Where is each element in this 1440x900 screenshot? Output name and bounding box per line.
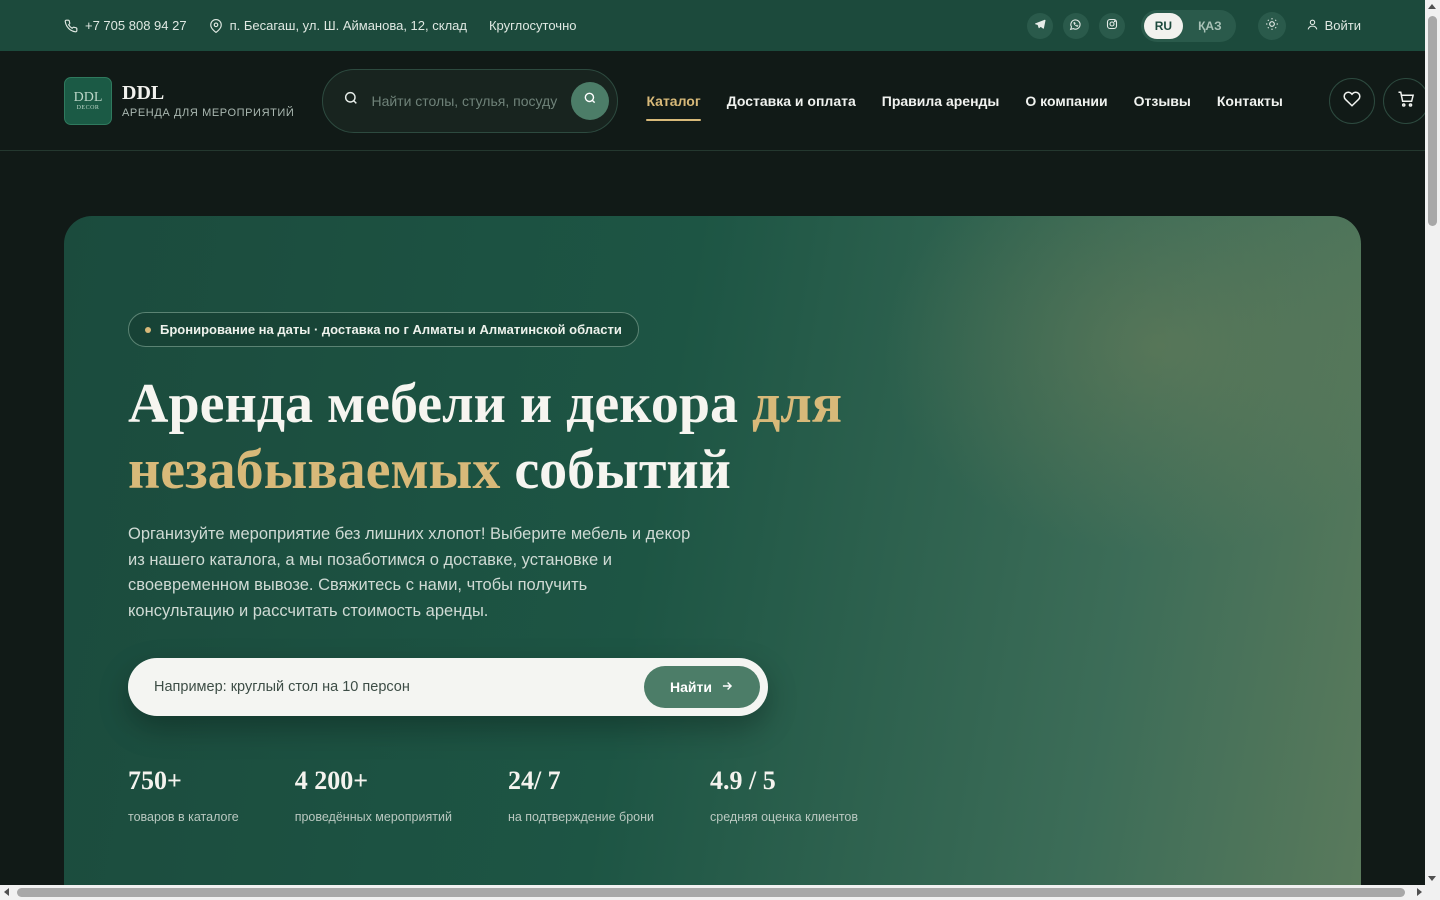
login-link[interactable]: Войти (1306, 18, 1361, 34)
header-search-input[interactable] (371, 92, 572, 109)
cart-button[interactable] (1383, 78, 1429, 124)
login-label: Войти (1324, 18, 1361, 33)
search-icon (583, 91, 597, 110)
nav-reviews[interactable]: Отзывы (1134, 87, 1191, 115)
hero-section: Бронирование на даты · доставка по г Алм… (64, 216, 1361, 900)
nav-delivery[interactable]: Доставка и оплата (727, 87, 856, 115)
hero-glow (881, 216, 1361, 556)
hero-search-button[interactable]: Найти (644, 666, 760, 708)
stat-label: товаров в каталоге (128, 810, 239, 824)
logo-text: DDL (73, 89, 103, 105)
location-icon (209, 18, 223, 33)
booking-badge: Бронирование на даты · доставка по г Алм… (128, 312, 639, 347)
scroll-left-arrow[interactable] (4, 888, 9, 896)
nav-rental-rules[interactable]: Правила аренды (882, 87, 1000, 115)
theme-toggle-button[interactable] (1257, 11, 1286, 40)
sun-icon (1265, 17, 1279, 34)
nav-catalog[interactable]: Каталог (646, 87, 701, 121)
main-nav: Каталог Доставка и оплата Правила аренды… (646, 87, 1283, 121)
phone-number: +7 705 808 94 27 (85, 18, 187, 33)
address-info[interactable]: п. Бесагаш, ул. Ш. Айманова, 12, склад (209, 18, 467, 33)
lang-kz[interactable]: ҚАЗ (1187, 13, 1233, 39)
vertical-scrollbar[interactable] (1425, 0, 1440, 885)
hero-stats: 750+ товаров в каталоге 4 200+ проведённ… (128, 766, 914, 824)
instagram-button[interactable] (1098, 12, 1125, 39)
search-icon (343, 90, 359, 111)
telegram-icon (1034, 18, 1046, 33)
lang-ru[interactable]: RU (1143, 12, 1184, 39)
whatsapp-icon (1069, 18, 1082, 34)
scroll-right-arrow[interactable] (1417, 888, 1422, 896)
top-info-bar: +7 705 808 94 27 п. Бесагаш, ул. Ш. Айма… (0, 0, 1425, 51)
stat-value: 4.9 / 5 (710, 766, 776, 795)
stat-item: 4.9 / 5 средняя оценка клиентов (710, 766, 858, 824)
vertical-scroll-thumb[interactable] (1428, 16, 1437, 226)
user-icon (1306, 18, 1319, 34)
hero-description: Организуйте мероприятие без лишних хлопо… (128, 525, 691, 620)
logo-subtext: DECOR (76, 104, 100, 111)
address-text: п. Бесагаш, ул. Ш. Айманова, 12, склад (229, 18, 467, 33)
hero-search: Найти (128, 658, 768, 716)
brand[interactable]: DDL АРЕНДА ДЛЯ МЕРОПРИЯТИЙ (122, 82, 294, 119)
arrow-right-icon (720, 679, 734, 696)
horizontal-scrollbar[interactable] (0, 885, 1440, 900)
brand-tagline: АРЕНДА ДЛЯ МЕРОПРИЯТИЙ (122, 107, 295, 119)
nav-about[interactable]: О компании (1025, 87, 1107, 115)
logo[interactable]: DDL DECOR (64, 76, 112, 125)
hours-text: Круглосуточно (488, 18, 577, 33)
stat-value: 4 200+ (294, 766, 369, 795)
instagram-icon (1106, 18, 1118, 33)
hero-search-button-label: Найти (670, 679, 712, 695)
scroll-down-arrow[interactable] (1428, 876, 1436, 881)
heart-icon (1343, 90, 1361, 113)
hero-title-part2: событий (500, 439, 731, 501)
scroll-up-arrow[interactable] (1428, 4, 1436, 9)
hero-search-input[interactable] (154, 679, 645, 695)
nav-contacts[interactable]: Контакты (1217, 87, 1283, 115)
brand-name: DDL (122, 82, 165, 104)
stat-label: средняя оценка клиентов (710, 810, 859, 824)
horizontal-scroll-thumb[interactable] (17, 888, 1405, 897)
stat-item: 4 200+ проведённых мероприятий (295, 766, 452, 824)
stat-value: 750+ (128, 766, 182, 795)
cart-icon (1397, 90, 1415, 113)
hero-title: Аренда мебели и декора для незабываемых … (128, 371, 948, 503)
stat-item: 750+ товаров в каталоге (128, 766, 239, 824)
header-search-button[interactable] (571, 81, 610, 120)
stat-value: 24/ 7 (507, 766, 561, 795)
stat-item: 24/ 7 на подтверждение брони (508, 766, 654, 824)
favorites-button[interactable] (1329, 78, 1375, 124)
badge-dot (145, 326, 151, 333)
whatsapp-button[interactable] (1062, 12, 1089, 39)
main-header: DDL DECOR DDL АРЕНДА ДЛЯ МЕРОПРИЯТИЙ Кат… (0, 51, 1429, 151)
stat-label: на подтверждение брони (507, 810, 655, 824)
telegram-button[interactable] (1026, 12, 1053, 39)
hero-title-part1: Аренда мебели и декора (128, 373, 752, 435)
phone-contact[interactable]: +7 705 808 94 27 (64, 18, 187, 33)
stat-label: проведённых мероприятий (294, 810, 452, 824)
phone-icon (64, 19, 78, 33)
header-search (322, 68, 619, 133)
badge-text: Бронирование на даты · доставка по г Алм… (160, 322, 622, 337)
language-switcher: RU ҚАЗ (1140, 9, 1236, 42)
working-hours: Круглосуточно (489, 18, 577, 33)
